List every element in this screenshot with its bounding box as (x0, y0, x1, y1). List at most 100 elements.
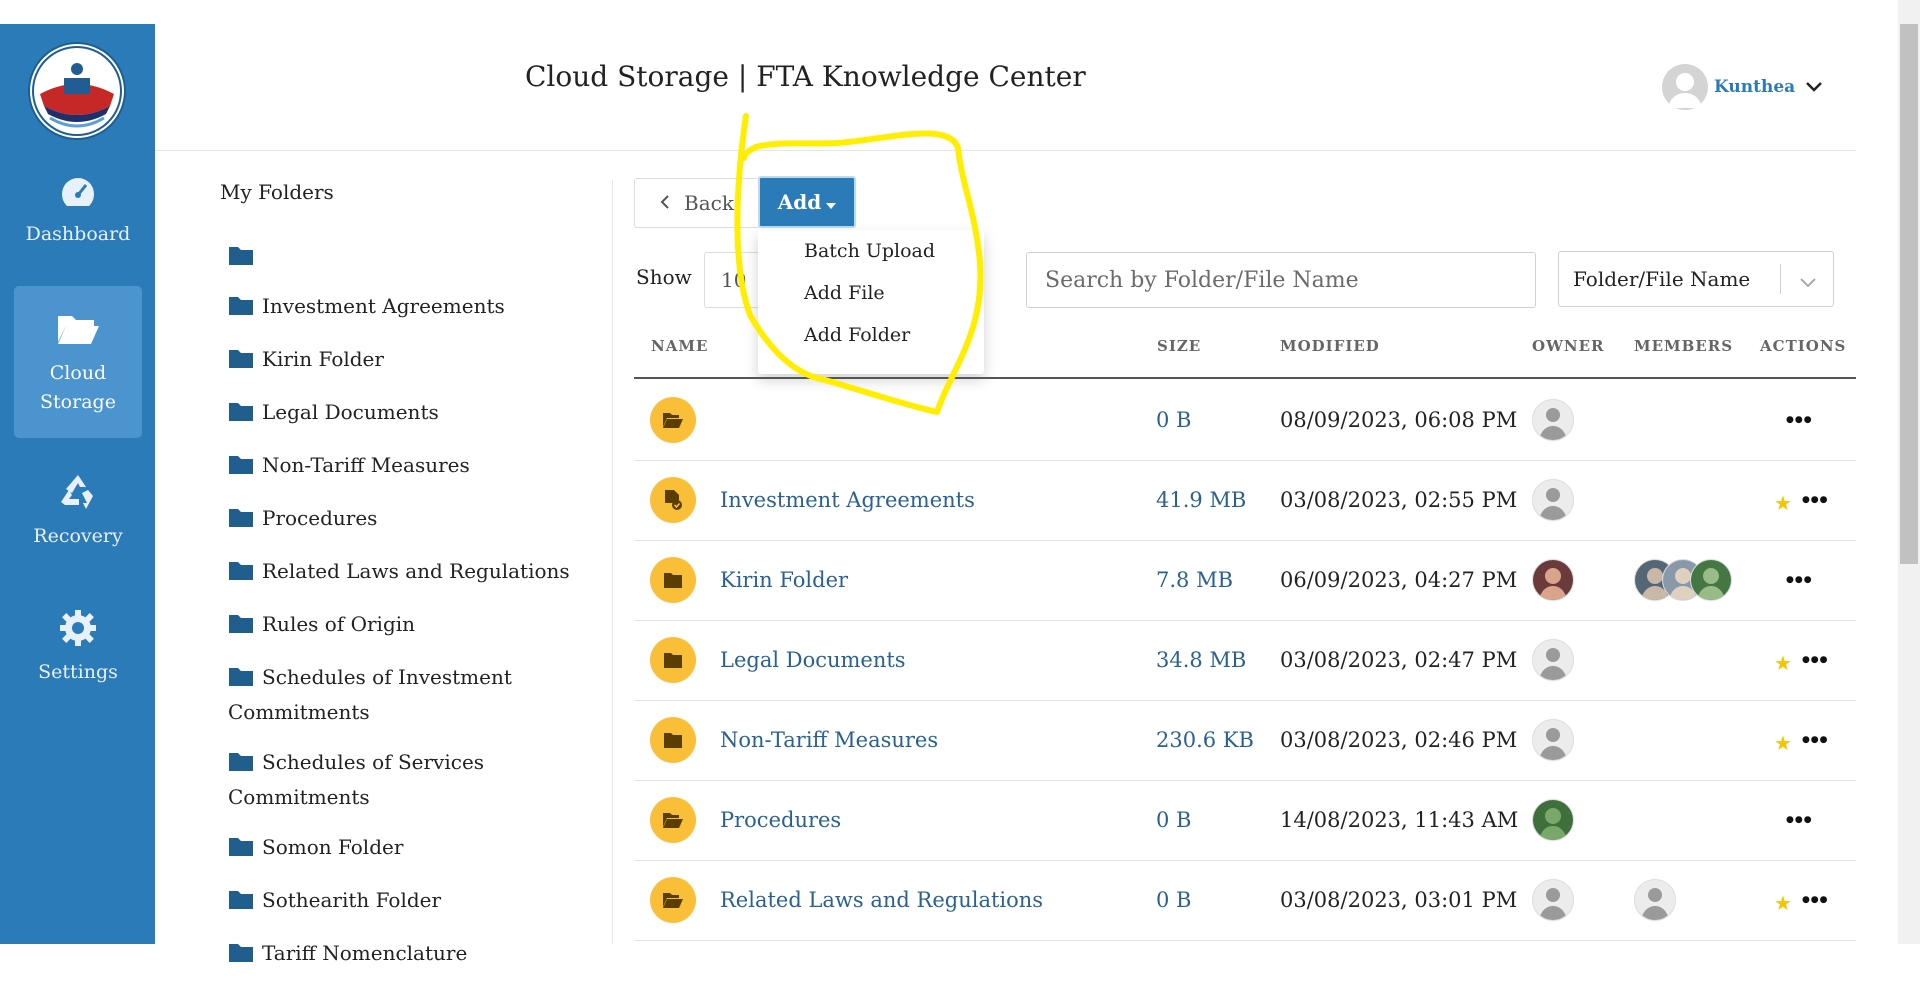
tree-item[interactable]: Procedures (228, 502, 588, 537)
more-actions-icon[interactable]: ●●● (1786, 415, 1813, 425)
menu-item-batch-upload[interactable]: Batch Upload (758, 230, 984, 272)
folder-icon (228, 664, 254, 696)
tree-item[interactable]: Kirin Folder (228, 343, 588, 378)
folder-open-icon (14, 312, 142, 351)
more-actions-icon[interactable]: ●●● (1802, 495, 1829, 505)
folder-icon (228, 243, 254, 275)
table-row[interactable]: Procedures 0 B 14/08/2023, 11:43 AM ●●● (634, 780, 1856, 861)
sidebar-item-settings[interactable]: Settings (14, 608, 142, 708)
caret-down-icon (826, 190, 837, 214)
owner-avatar (1532, 639, 1574, 681)
user-avatar (1662, 64, 1708, 110)
add-label: Add (777, 190, 822, 214)
file-check-icon (650, 477, 696, 523)
file-size: 7.8 MB (1156, 568, 1234, 592)
table-row[interactable]: 0 B 08/09/2023, 06:08 PM ●●● (634, 380, 1856, 461)
add-button[interactable]: Add (758, 176, 856, 228)
column-header-name[interactable]: NAME (651, 337, 708, 355)
folder-open-icon (650, 877, 696, 923)
tree-item[interactable]: Tariff Nomenclature (228, 937, 588, 972)
file-size: 0 B (1156, 808, 1192, 832)
modified-date: 03/08/2023, 02:47 PM (1280, 648, 1518, 672)
menu-item-add-folder[interactable]: Add Folder (758, 314, 984, 356)
tree-item[interactable] (228, 240, 588, 272)
sidebar: Dashboard Cloud Storage Recovery Setting… (0, 24, 155, 944)
folder-icon (228, 346, 254, 378)
file-size: 0 B (1156, 408, 1192, 432)
chevron-down-icon (1805, 78, 1823, 97)
table-row[interactable]: Legal Documents 34.8 MB 03/08/2023, 02:47 … (634, 620, 1856, 701)
more-actions-icon[interactable]: ●●● (1802, 655, 1829, 665)
search-input[interactable] (1026, 252, 1536, 308)
tree-item[interactable]: Rules of Origin (228, 608, 588, 643)
scrollbar[interactable] (1898, 0, 1920, 944)
add-menu: Batch Upload Add File Add Folder (758, 230, 984, 374)
tree-item[interactable]: Schedules of Investment Commitments (228, 661, 588, 728)
panel-divider (612, 180, 613, 944)
filter-value: Folder/File Name (1573, 267, 1751, 291)
gear-icon (14, 608, 142, 653)
file-size: 230.6 KB (1156, 728, 1254, 752)
table-header-line (634, 377, 1856, 379)
chevron-left-icon (660, 191, 670, 215)
star-icon[interactable]: ★ (1774, 891, 1792, 915)
modified-date: 08/09/2023, 06:08 PM (1280, 408, 1518, 432)
file-name[interactable]: Kirin Folder (720, 540, 848, 620)
user-menu[interactable]: Kunthea (1662, 64, 1823, 110)
file-size: 0 B (1156, 888, 1192, 912)
file-name[interactable]: Procedures (720, 780, 841, 860)
tree-item[interactable]: Related Laws and Regulations (228, 555, 588, 590)
owner-avatar (1532, 559, 1574, 601)
column-header-size[interactable]: SIZE (1157, 337, 1201, 355)
column-header-members: MEMBERS (1634, 337, 1734, 355)
tree-item[interactable]: Sothearith Folder (228, 884, 588, 919)
folder-icon (228, 940, 254, 972)
file-name[interactable]: Investment Agreements (720, 460, 975, 540)
column-header-modified[interactable]: MODIFIED (1280, 337, 1380, 355)
more-actions-icon[interactable]: ●●● (1802, 735, 1829, 745)
more-actions-icon[interactable]: ●●● (1786, 575, 1813, 585)
filter-select[interactable]: Folder/File Name (1558, 251, 1834, 307)
logo[interactable] (30, 44, 124, 138)
select-separator (1780, 264, 1781, 294)
sidebar-item-label: Settings (38, 661, 118, 683)
tree-item[interactable]: Legal Documents (228, 396, 588, 431)
owner-avatar (1532, 399, 1574, 441)
sidebar-item-recovery[interactable]: Recovery (14, 472, 142, 572)
table-row[interactable]: Investment Agreements 41.9 MB 03/08/2023, … (634, 460, 1856, 541)
star-icon[interactable]: ★ (1774, 491, 1792, 515)
dashboard-icon (14, 174, 142, 215)
modified-date: 03/08/2023, 03:01 PM (1280, 888, 1518, 912)
column-header-actions: ACTIONS (1760, 337, 1847, 355)
members-group (1634, 540, 1732, 620)
tree-item[interactable]: Investment Agreements (228, 290, 588, 325)
menu-item-add-file[interactable]: Add File (758, 272, 984, 314)
table-row[interactable]: Non-Tariff Measures 230.6 KB 03/08/2023, 0… (634, 700, 1856, 781)
scrollbar-thumb[interactable] (1900, 24, 1918, 564)
folder-icon (228, 399, 254, 431)
sidebar-item-cloud-storage[interactable]: Cloud Storage (14, 286, 142, 438)
folder-open-icon (650, 397, 696, 443)
file-name[interactable]: Legal Documents (720, 620, 906, 700)
star-icon[interactable]: ★ (1774, 731, 1792, 755)
file-size: 34.8 MB (1156, 648, 1247, 672)
star-icon[interactable]: ★ (1774, 651, 1792, 675)
column-header-owner: OWNER (1532, 337, 1605, 355)
more-actions-icon[interactable]: ●●● (1802, 895, 1829, 905)
back-button[interactable]: Back (634, 178, 760, 228)
file-name[interactable]: Non-Tariff Measures (720, 700, 938, 780)
tree-item[interactable]: Non-Tariff Measures (228, 449, 588, 484)
table-row[interactable]: Kirin Folder 7.8 MB 06/09/2023, 04:27 PM ●●… (634, 540, 1856, 621)
table-row[interactable]: Related Laws and Regulations 0 B 03/08/202… (634, 860, 1856, 941)
tree-item[interactable]: Somon Folder (228, 831, 588, 866)
member-avatar (1634, 879, 1676, 921)
sidebar-item-dashboard[interactable]: Dashboard (14, 174, 142, 284)
sidebar-item-label: Cloud Storage (40, 362, 116, 413)
file-name[interactable]: Related Laws and Regulations (720, 860, 1043, 940)
tree-item[interactable]: Schedules of Services Commitments (228, 746, 588, 813)
folder-icon (228, 887, 254, 919)
folder-icon (228, 749, 254, 781)
tree-title: My Folders (220, 180, 334, 204)
more-actions-icon[interactable]: ●●● (1786, 815, 1813, 825)
sidebar-item-label: Recovery (33, 525, 123, 547)
